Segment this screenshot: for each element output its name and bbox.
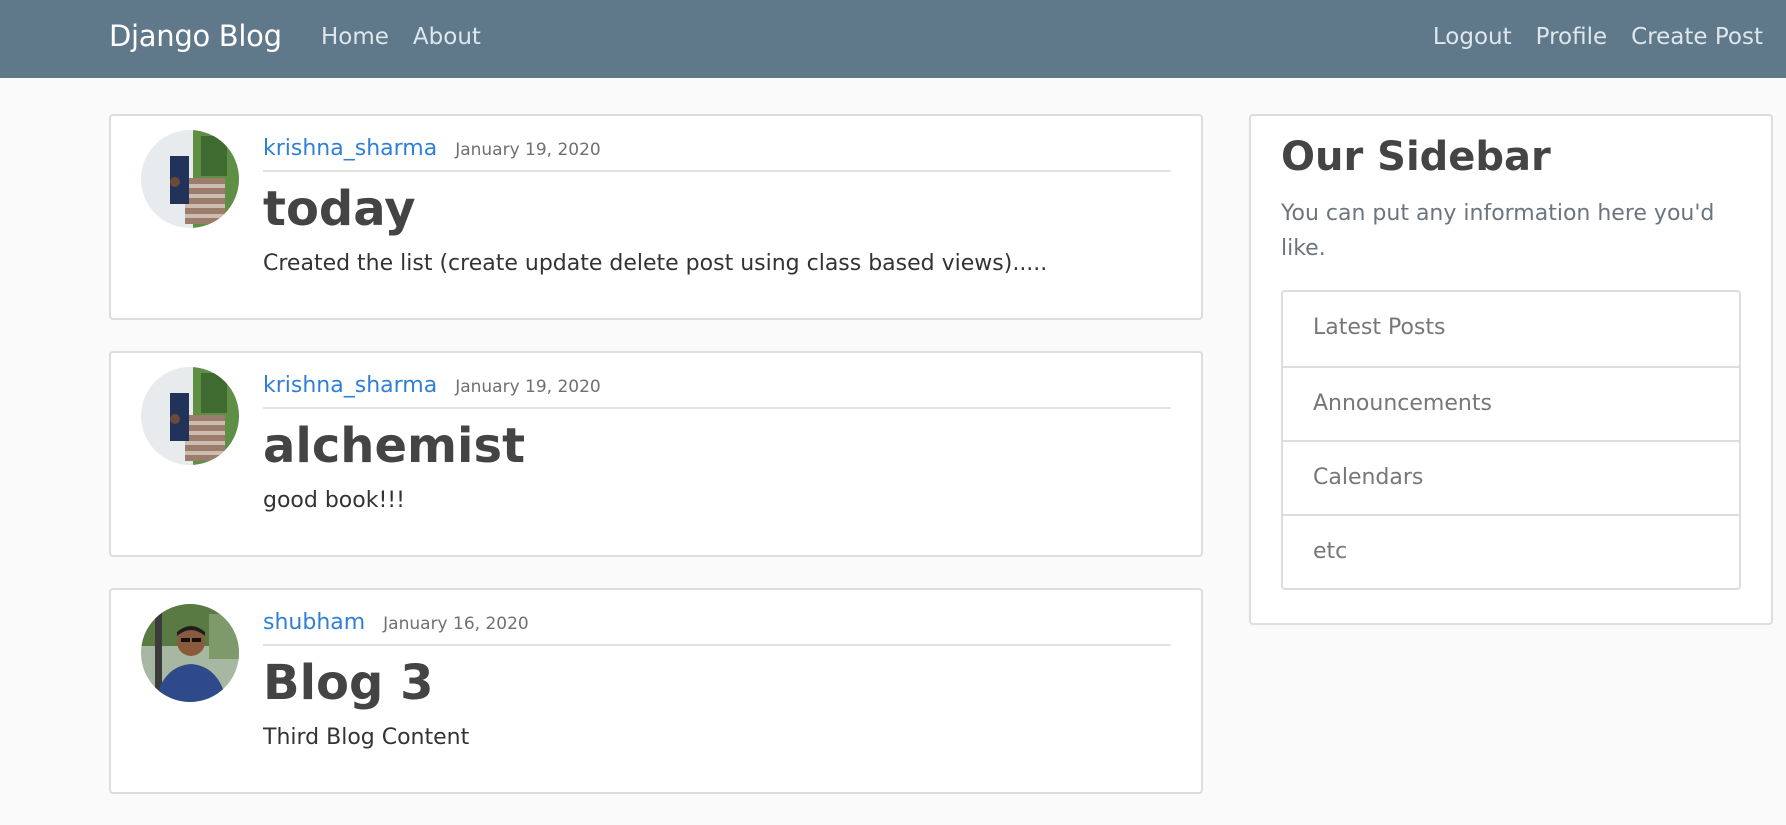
- nav-link-logout[interactable]: Logout: [1433, 24, 1512, 50]
- post-content: good book!!!: [263, 488, 405, 513]
- sidebar-title: Our Sidebar: [1281, 134, 1551, 180]
- nav-left: Home About: [321, 24, 481, 50]
- post-meta: krishna_sharma January 19, 2020: [263, 136, 1171, 172]
- sidebar-item-latest-posts[interactable]: Latest Posts: [1283, 292, 1739, 366]
- brand-link[interactable]: Django Blog: [109, 19, 282, 53]
- post-meta: krishna_sharma January 19, 2020: [263, 373, 1171, 409]
- top-navbar: Django Blog Home About Logout Profile Cr…: [0, 0, 1786, 78]
- sidebar-list: Latest Posts Announcements Calendars etc: [1281, 290, 1741, 590]
- post-title-link[interactable]: alchemist: [263, 417, 1171, 475]
- post-body: shubham January 16, 2020 Blog 3 Third Bl…: [263, 610, 1171, 752]
- nav-link-profile[interactable]: Profile: [1536, 24, 1608, 50]
- post-card: krishna_sharma January 19, 2020 alchemis…: [109, 351, 1203, 557]
- post-title-link[interactable]: Blog 3: [263, 654, 1171, 712]
- post-meta: shubham January 16, 2020: [263, 610, 1171, 646]
- post-author-link[interactable]: krishna_sharma: [263, 373, 437, 398]
- post-date: January 16, 2020: [383, 614, 529, 634]
- author-avatar: [141, 604, 239, 702]
- post-date: January 19, 2020: [455, 140, 601, 160]
- post-list: krishna_sharma January 19, 2020 today Cr…: [109, 114, 1203, 825]
- nav-link-home[interactable]: Home: [321, 24, 389, 50]
- post-content: Created the list (create update delete p…: [263, 251, 1048, 276]
- post-body: krishna_sharma January 19, 2020 alchemis…: [263, 373, 1171, 515]
- nav-link-create-post[interactable]: Create Post: [1631, 24, 1763, 50]
- post-body: krishna_sharma January 19, 2020 today Cr…: [263, 136, 1171, 278]
- author-avatar: [141, 130, 239, 228]
- sidebar-description: You can put any information here you'd l…: [1281, 201, 1715, 261]
- sidebar: Our Sidebar You can put any information …: [1249, 114, 1773, 625]
- user-avatar-icon: [141, 604, 239, 702]
- nav-link-about[interactable]: About: [413, 24, 481, 50]
- post-author-link[interactable]: shubham: [263, 610, 365, 635]
- nav-right: Logout Profile Create Post: [1433, 24, 1763, 50]
- user-avatar-icon: [141, 367, 239, 465]
- post-author-link[interactable]: krishna_sharma: [263, 136, 437, 161]
- user-avatar-icon: [141, 130, 239, 228]
- post-card: shubham January 16, 2020 Blog 3 Third Bl…: [109, 588, 1203, 794]
- post-content: Third Blog Content: [263, 725, 470, 750]
- sidebar-item-announcements[interactable]: Announcements: [1283, 366, 1739, 440]
- sidebar-item-etc[interactable]: etc: [1283, 514, 1739, 588]
- author-avatar: [141, 367, 239, 465]
- sidebar-item-calendars[interactable]: Calendars: [1283, 440, 1739, 514]
- post-title-link[interactable]: today: [263, 180, 1171, 238]
- post-date: January 19, 2020: [455, 377, 601, 397]
- post-card: krishna_sharma January 19, 2020 today Cr…: [109, 114, 1203, 320]
